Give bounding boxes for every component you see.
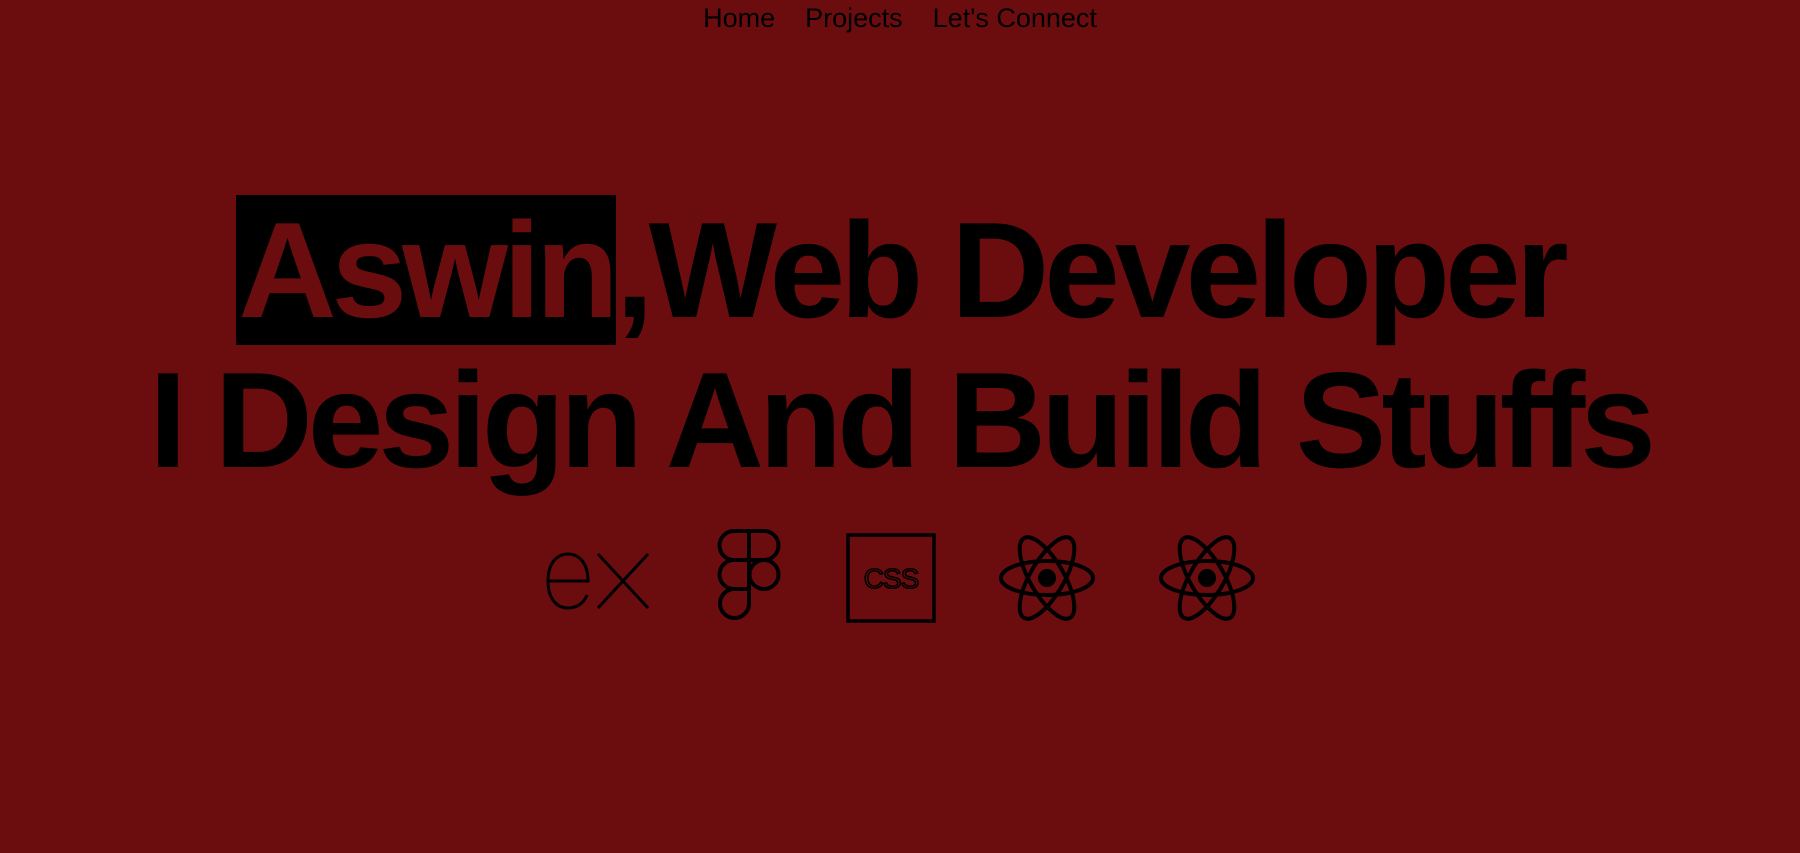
figma-icon (714, 528, 784, 628)
css-icon-label: CSS (864, 563, 919, 594)
hero-tagline: I Design And Build Stuffs (149, 344, 1656, 496)
hero-line-1: Aswin,Web Developer (0, 195, 1800, 345)
hero-heading: Aswin,Web Developer I Design And Build S… (0, 195, 1800, 495)
hero-name-highlight: Aswin (236, 194, 619, 346)
hero-comma: , (615, 194, 654, 346)
nav-link-lets-connect[interactable]: Let's Connect (933, 0, 1097, 36)
hero-role: Web Developer (648, 194, 1569, 346)
top-navigation: Home Projects Let's Connect (0, 0, 1800, 36)
nav-link-projects[interactable]: Projects (805, 0, 903, 36)
react-icon (998, 528, 1096, 628)
skills-icons: CSS (0, 528, 1800, 628)
css-icon: CSS (846, 528, 936, 628)
react-icon (1158, 528, 1256, 628)
nav-link-home[interactable]: Home (703, 0, 775, 36)
express-icon (544, 528, 652, 628)
